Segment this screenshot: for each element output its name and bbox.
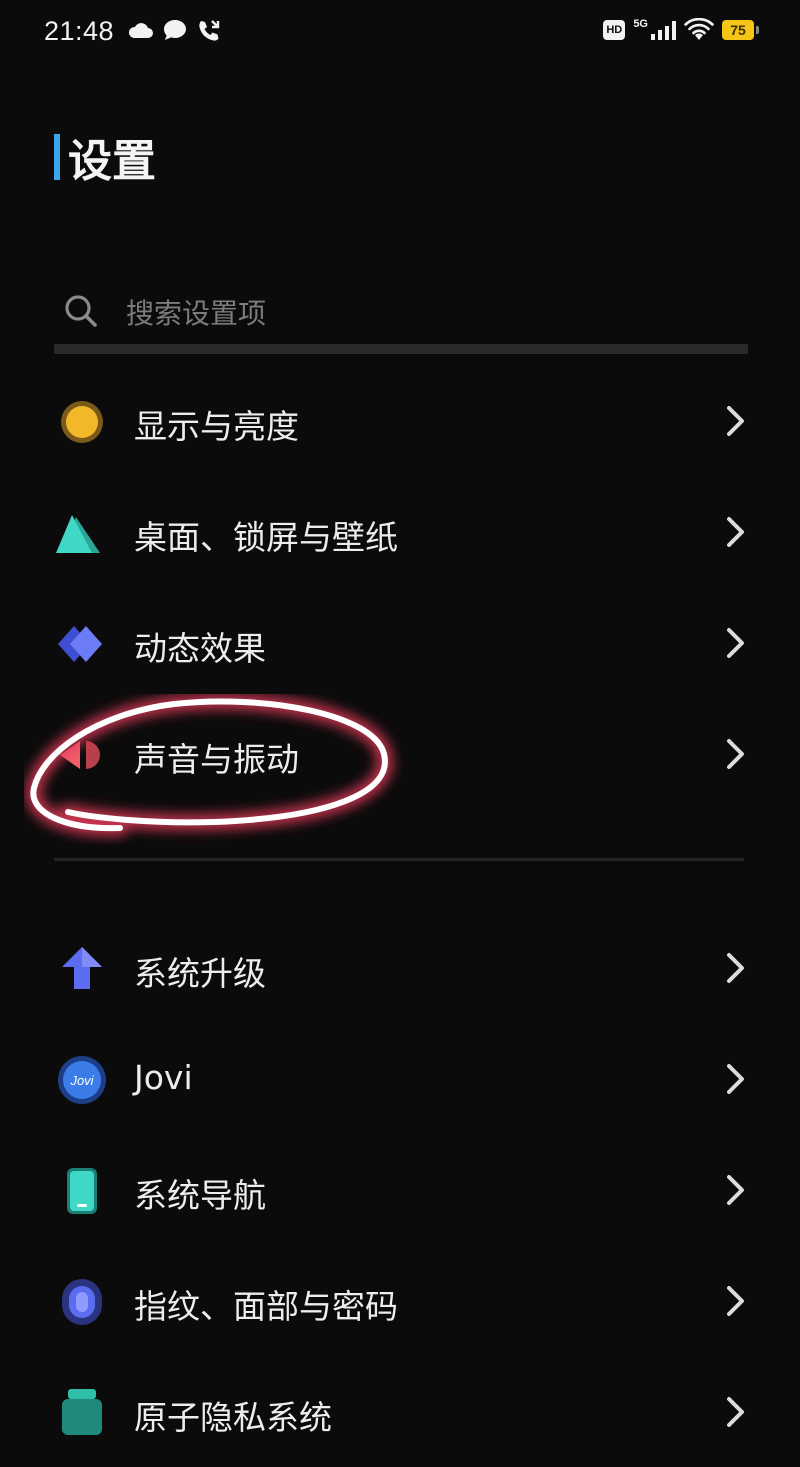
settings-item-system-update[interactable]: 系统升级 <box>0 913 800 1023</box>
fingerprint-icon <box>62 1279 102 1325</box>
settings-item-label: 动态效果 <box>134 629 266 668</box>
chevron-right-icon <box>727 1175 744 1205</box>
wifi-icon <box>684 18 714 40</box>
navigation-icon <box>67 1168 97 1214</box>
settings-item-label: Jovi <box>134 1058 193 1097</box>
settings-item-display-brightness[interactable]: 显示与亮度 <box>0 366 800 476</box>
settings-item-label: 显示与亮度 <box>134 407 299 446</box>
chevron-right-icon <box>727 1397 744 1427</box>
search-icon <box>65 295 97 327</box>
settings-item-label: 桌面、锁屏与壁纸 <box>134 518 398 557</box>
missed-call-icon <box>199 20 220 41</box>
cloud-icon <box>128 23 153 38</box>
jovi-icon: Jovi <box>58 1056 106 1104</box>
chevron-right-icon <box>727 1064 744 1094</box>
settings-item-label: 原子隐私系统 <box>134 1398 332 1437</box>
chevron-right-icon <box>727 517 744 547</box>
sound-vibration-icon <box>60 741 100 769</box>
status-time: 21:48 <box>44 16 115 46</box>
page-title: 设置 <box>54 130 156 187</box>
chevron-right-icon <box>727 953 744 983</box>
settings-item-label: 系统导航 <box>134 1176 266 1215</box>
chat-icon <box>164 20 186 40</box>
settings-item-navigation[interactable]: 系统导航 <box>0 1135 800 1245</box>
signal-icon <box>651 21 676 40</box>
settings-item-motion-effects[interactable]: 动态效果 <box>0 588 800 698</box>
svg-text:Jovi: Jovi <box>69 1073 94 1088</box>
settings-item-jovi[interactable]: Jovi Jovi <box>0 1024 800 1134</box>
title-accent-bar <box>54 134 60 180</box>
chevron-right-icon <box>727 628 744 658</box>
search-input[interactable] <box>124 292 728 334</box>
system-update-icon <box>62 947 102 989</box>
settings-item-privacy[interactable]: 原子隐私系统 <box>0 1357 800 1467</box>
search-bar[interactable] <box>54 284 748 356</box>
settings-item-fingerprint[interactable]: 指纹、面部与密码 <box>0 1246 800 1356</box>
chevron-right-icon <box>727 406 744 436</box>
wallpaper-icon <box>56 515 100 553</box>
group-divider <box>54 858 744 861</box>
chevron-right-icon <box>727 739 744 769</box>
search-underline <box>54 344 748 354</box>
motion-effects-icon <box>58 626 102 662</box>
page-title-text: 设置 <box>68 136 156 187</box>
settings-item-label: 指纹、面部与密码 <box>134 1287 398 1326</box>
hd-badge: HD <box>603 20 626 40</box>
settings-item-label: 系统升级 <box>134 954 266 993</box>
battery-indicator: 75 <box>722 20 759 40</box>
chevron-right-icon <box>727 1286 744 1316</box>
display-brightness-icon <box>61 401 103 443</box>
privacy-icon <box>62 1389 102 1435</box>
network-type: 5G <box>633 18 648 30</box>
settings-item-label: 声音与振动 <box>134 740 299 779</box>
settings-item-sound-vibration[interactable]: 声音与振动 <box>0 699 800 809</box>
settings-item-wallpaper[interactable]: 桌面、锁屏与壁纸 <box>0 477 800 587</box>
status-bar: 21:48 HD 5G 75 <box>0 0 800 64</box>
